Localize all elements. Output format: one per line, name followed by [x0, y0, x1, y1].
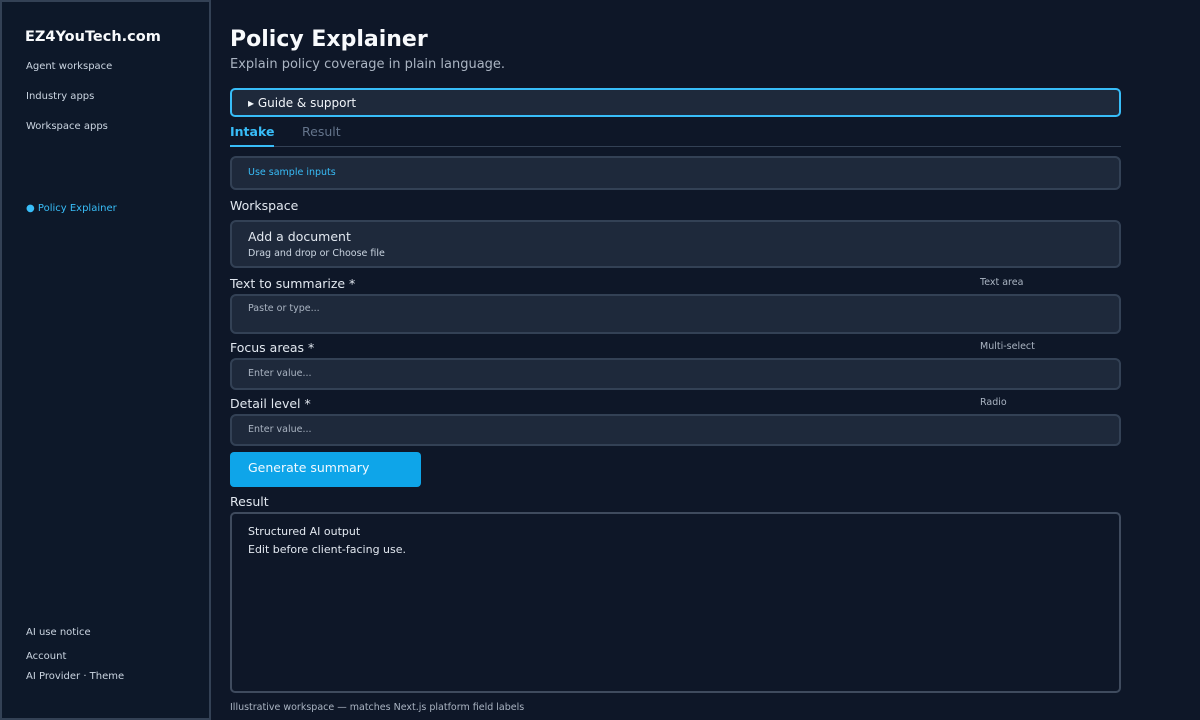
sidebar-item-policy-explainer[interactable]: ● Policy Explainer: [26, 203, 117, 214]
detail-level-input[interactable]: Enter value...: [230, 414, 1121, 446]
radio-hint: Radio: [980, 397, 1007, 408]
sidebar-item-ai-provider-theme[interactable]: AI Provider · Theme: [26, 671, 124, 682]
result-output-box[interactable]: Structured AI output Edit before client-…: [230, 512, 1121, 693]
result-line-2: Edit before client-facing use.: [248, 543, 407, 556]
brand-logo[interactable]: EZ4YouTech.com: [25, 29, 161, 45]
sidebar-item-agent-workspace[interactable]: Agent workspace: [26, 61, 112, 72]
detail-level-placeholder: Enter value...: [248, 424, 312, 435]
upload-title: Add a document: [248, 229, 351, 244]
focus-areas-label: Focus areas *: [230, 340, 315, 355]
generate-summary-button[interactable]: Generate summary: [230, 452, 421, 487]
sidebar-item-ai-use-notice[interactable]: AI use notice: [26, 627, 91, 638]
page-subtitle: Explain policy coverage in plain languag…: [230, 57, 506, 72]
text-to-summarize-placeholder: Paste or type...: [248, 303, 320, 314]
sidebar-item-account[interactable]: Account: [26, 651, 66, 662]
result-label: Result: [230, 494, 269, 509]
footer-note: Illustrative workspace — matches Next.js…: [230, 702, 525, 713]
text-area-hint: Text area: [980, 277, 1024, 288]
sample-panel: Use sample inputs: [230, 156, 1121, 190]
text-to-summarize-label: Text to summarize *: [230, 276, 356, 291]
multi-select-hint: Multi-select: [980, 341, 1035, 352]
workspace-label: Workspace: [230, 198, 299, 213]
focus-areas-placeholder: Enter value...: [248, 368, 312, 379]
detail-level-label: Detail level *: [230, 396, 311, 411]
main-content: Policy Explainer Explain policy coverage…: [230, 0, 1121, 720]
tab-intake[interactable]: Intake: [230, 124, 275, 147]
use-sample-inputs-link[interactable]: Use sample inputs: [248, 167, 336, 178]
guide-support-toggle[interactable]: ▸ Guide & support: [230, 88, 1121, 117]
sidebar-item-workspace-apps[interactable]: Workspace apps: [26, 121, 108, 132]
tab-bar: Intake Result: [230, 124, 1121, 147]
sidebar-item-industry-apps[interactable]: Industry apps: [26, 91, 94, 102]
tab-result[interactable]: Result: [302, 124, 341, 147]
document-upload-dropzone[interactable]: Add a document Drag and drop or Choose f…: [230, 220, 1121, 268]
page-title: Policy Explainer: [230, 27, 428, 52]
focus-areas-input[interactable]: Enter value...: [230, 358, 1121, 390]
result-line-1: Structured AI output: [248, 525, 361, 538]
text-to-summarize-input[interactable]: Paste or type...: [230, 294, 1121, 334]
sidebar: EZ4YouTech.com Agent workspace Industry …: [0, 0, 211, 720]
upload-instructions[interactable]: Drag and drop or Choose file: [248, 248, 385, 259]
